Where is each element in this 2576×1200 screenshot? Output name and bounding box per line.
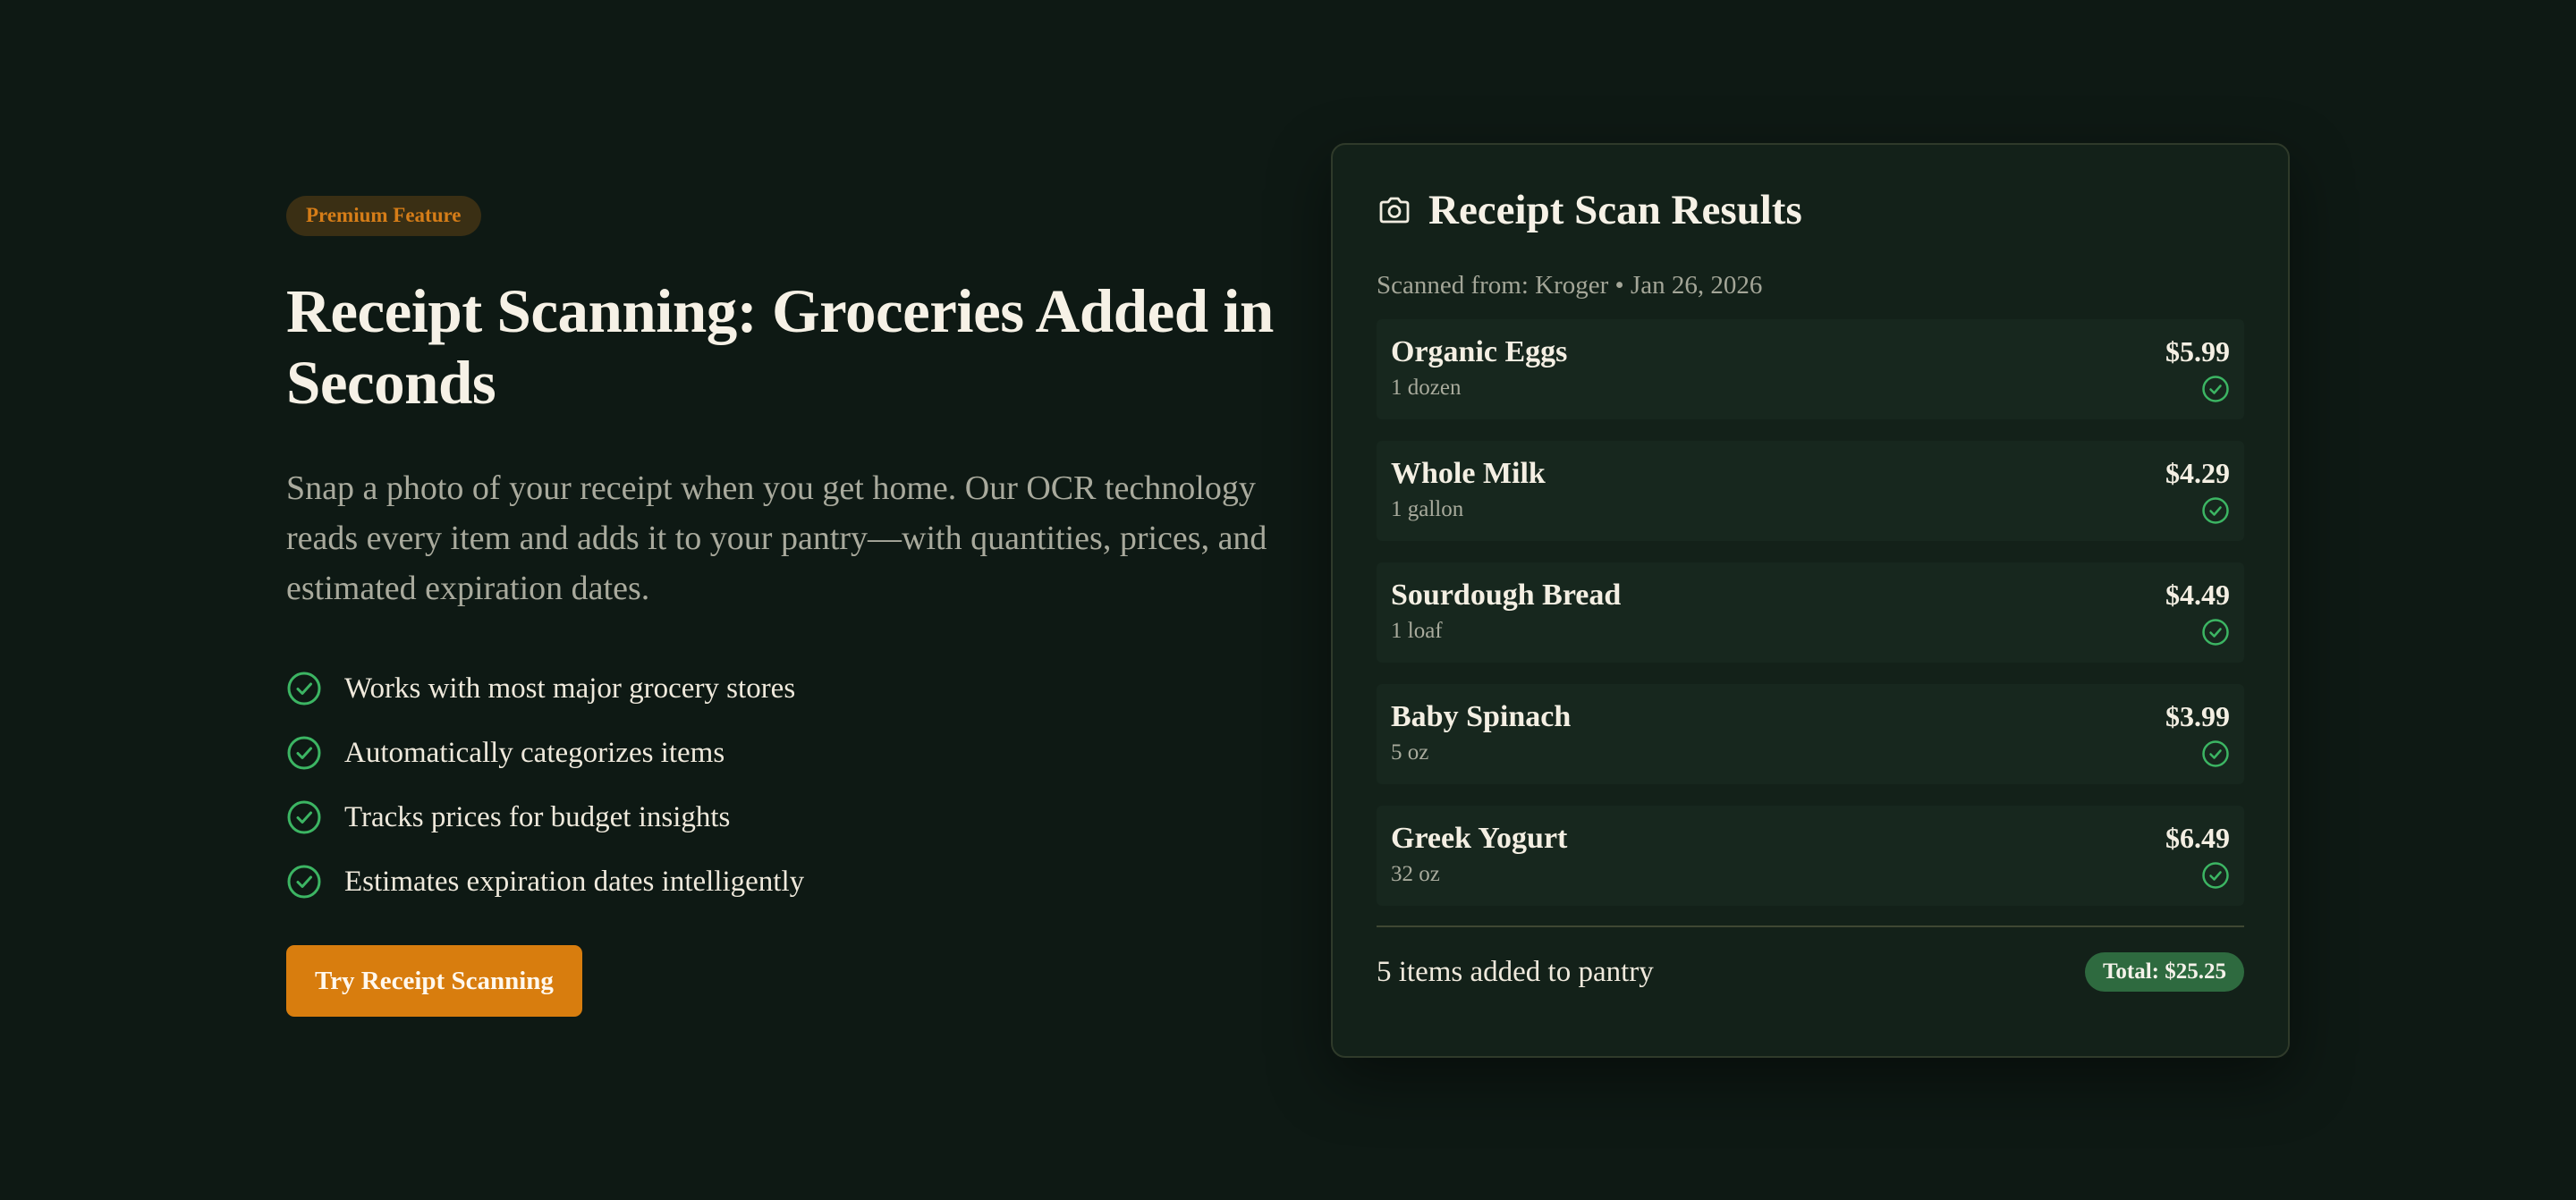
- premium-badge: Premium Feature: [286, 196, 481, 236]
- item-price: $3.99: [2165, 700, 2230, 732]
- item-price: $5.99: [2165, 335, 2230, 368]
- feature-item: Automatically categorizes items: [286, 721, 1279, 785]
- check-circle-icon: [2202, 376, 2229, 402]
- page: Premium Feature Receipt Scanning: Grocer…: [0, 0, 2576, 1200]
- card-divider: [1377, 925, 2244, 927]
- hero-description: Snap a photo of your receipt when you ge…: [286, 469, 1267, 607]
- card-header: Receipt Scan Results: [1377, 185, 2244, 235]
- hero-section: Premium Feature Receipt Scanning: Grocer…: [286, 196, 1279, 1017]
- item-price: $4.49: [2165, 579, 2230, 611]
- item-price: $4.29: [2165, 457, 2230, 489]
- card-footer: 5 items added to pantry Total: $25.25: [1377, 952, 2244, 992]
- receipt-item: Whole Milk 1 gallon $4.29: [1377, 441, 2244, 541]
- feature-list: Works with most major grocery stores Aut…: [286, 656, 1279, 914]
- item-name: Organic Eggs: [1391, 335, 1568, 368]
- item-name: Sourdough Bread: [1391, 579, 1622, 612]
- feature-item: Works with most major grocery stores: [286, 656, 1279, 721]
- scan-source: Scanned from: Kroger • Jan 26, 2026: [1377, 271, 1763, 300]
- item-name: Greek Yogurt: [1391, 822, 1568, 855]
- feature-item: Tracks prices for budget insights: [286, 785, 1279, 849]
- camera-icon: [1379, 197, 1410, 224]
- items-added-summary: 5 items added to pantry: [1377, 956, 1654, 988]
- card-title: Receipt Scan Results: [1428, 187, 1802, 233]
- page-title: Receipt Scanning: Groceries Added in Sec…: [286, 277, 1274, 417]
- item-quantity: 1 dozen: [1391, 376, 1462, 400]
- receipt-item: Greek Yogurt 32 oz $6.49: [1377, 806, 2244, 906]
- feature-label: Works with most major grocery stores: [344, 672, 796, 705]
- item-name: Baby Spinach: [1391, 700, 1572, 733]
- check-circle-icon: [287, 800, 321, 834]
- check-circle-icon: [287, 736, 321, 770]
- feature-label: Automatically categorizes items: [344, 737, 725, 769]
- receipt-item: Sourdough Bread 1 loaf $4.49: [1377, 562, 2244, 663]
- item-name: Whole Milk: [1391, 457, 1546, 490]
- receipt-item: Organic Eggs 1 dozen $5.99: [1377, 319, 2244, 419]
- feature-label: Tracks prices for budget insights: [344, 801, 731, 833]
- check-circle-icon: [2202, 497, 2229, 524]
- item-quantity: 1 loaf: [1391, 619, 1443, 643]
- check-circle-icon: [2202, 740, 2229, 767]
- receipt-scan-card: Receipt Scan Results Scanned from: Kroge…: [1331, 143, 2290, 1058]
- feature-label: Estimates expiration dates intelligently: [344, 866, 805, 898]
- item-quantity: 32 oz: [1391, 862, 1440, 886]
- receipt-item-list: Organic Eggs 1 dozen $5.99 Whole Milk 1 …: [1377, 319, 2244, 906]
- check-circle-icon: [2202, 862, 2229, 889]
- item-quantity: 5 oz: [1391, 740, 1429, 765]
- item-price: $6.49: [2165, 822, 2230, 854]
- receipt-item: Baby Spinach 5 oz $3.99: [1377, 684, 2244, 784]
- check-circle-icon: [287, 865, 321, 899]
- item-quantity: 1 gallon: [1391, 497, 1464, 521]
- try-receipt-scanning-button[interactable]: Try Receipt Scanning: [286, 945, 582, 1017]
- feature-item: Estimates expiration dates intelligently: [286, 849, 1279, 914]
- total-badge: Total: $25.25: [2085, 952, 2244, 992]
- check-circle-icon: [2202, 619, 2229, 646]
- check-circle-icon: [287, 672, 321, 706]
